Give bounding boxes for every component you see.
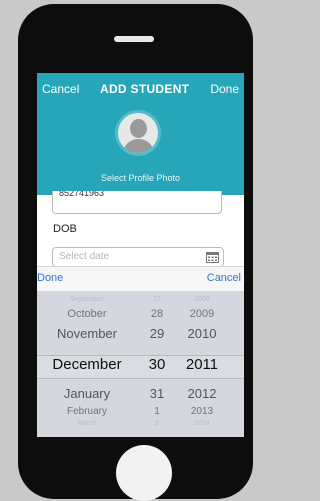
picker-cancel-button[interactable]: Cancel: [207, 272, 241, 284]
profile-photo-avatar[interactable]: [115, 110, 161, 156]
picker-month: January: [63, 386, 111, 401]
picker-day: 27: [153, 296, 161, 303]
done-button[interactable]: Done: [210, 82, 239, 96]
speaker-grille: [114, 36, 154, 42]
picker-month: September: [69, 296, 105, 303]
picker-done-button[interactable]: Done: [37, 272, 63, 284]
dob-label: DOB: [53, 223, 77, 235]
picker-day: 31: [149, 386, 165, 401]
picker-day: 28: [150, 308, 164, 320]
picker-day: 30: [148, 356, 166, 373]
picker-year: 2009: [189, 308, 215, 320]
avatar-head-icon: [130, 119, 147, 138]
picker-day: 2: [155, 420, 159, 427]
picker-month: December: [52, 356, 122, 373]
app-screen: Cancel ADD STUDENT Done Select Profile P…: [37, 73, 244, 437]
date-picker-wheel[interactable]: September 27 2008 October 28 2009 November 29 20…: [37, 291, 244, 437]
picker-toolbar: Done Cancel: [37, 266, 244, 292]
picker-year: 2008: [194, 296, 210, 303]
cancel-button[interactable]: Cancel: [42, 82, 79, 96]
header-bar: Cancel ADD STUDENT Done Select Profile P…: [37, 73, 244, 195]
avatar-body-icon: [123, 139, 154, 153]
picker-month: November: [57, 326, 117, 341]
page-title: ADD STUDENT: [100, 82, 190, 96]
picker-year: 2012: [187, 386, 217, 401]
phone-field-value: 852741963: [59, 191, 105, 198]
picker-year: 2014: [194, 420, 210, 427]
calendar-icon[interactable]: [206, 251, 219, 263]
phone-field[interactable]: 852741963: [52, 191, 222, 214]
picker-day: 1: [154, 406, 160, 417]
picker-month: October: [67, 308, 107, 320]
picker-month: February: [66, 406, 107, 417]
picker-month: March: [77, 420, 97, 427]
picker-day: 29: [149, 326, 165, 341]
picker-year: 2011: [185, 356, 219, 373]
home-button[interactable]: [116, 445, 172, 501]
date-input[interactable]: Select date: [52, 247, 224, 267]
picker-year: 2010: [187, 326, 217, 341]
picker-year: 2013: [190, 406, 214, 417]
select-photo-link[interactable]: Select Profile Photo: [37, 173, 244, 183]
date-placeholder: Select date: [59, 251, 110, 262]
